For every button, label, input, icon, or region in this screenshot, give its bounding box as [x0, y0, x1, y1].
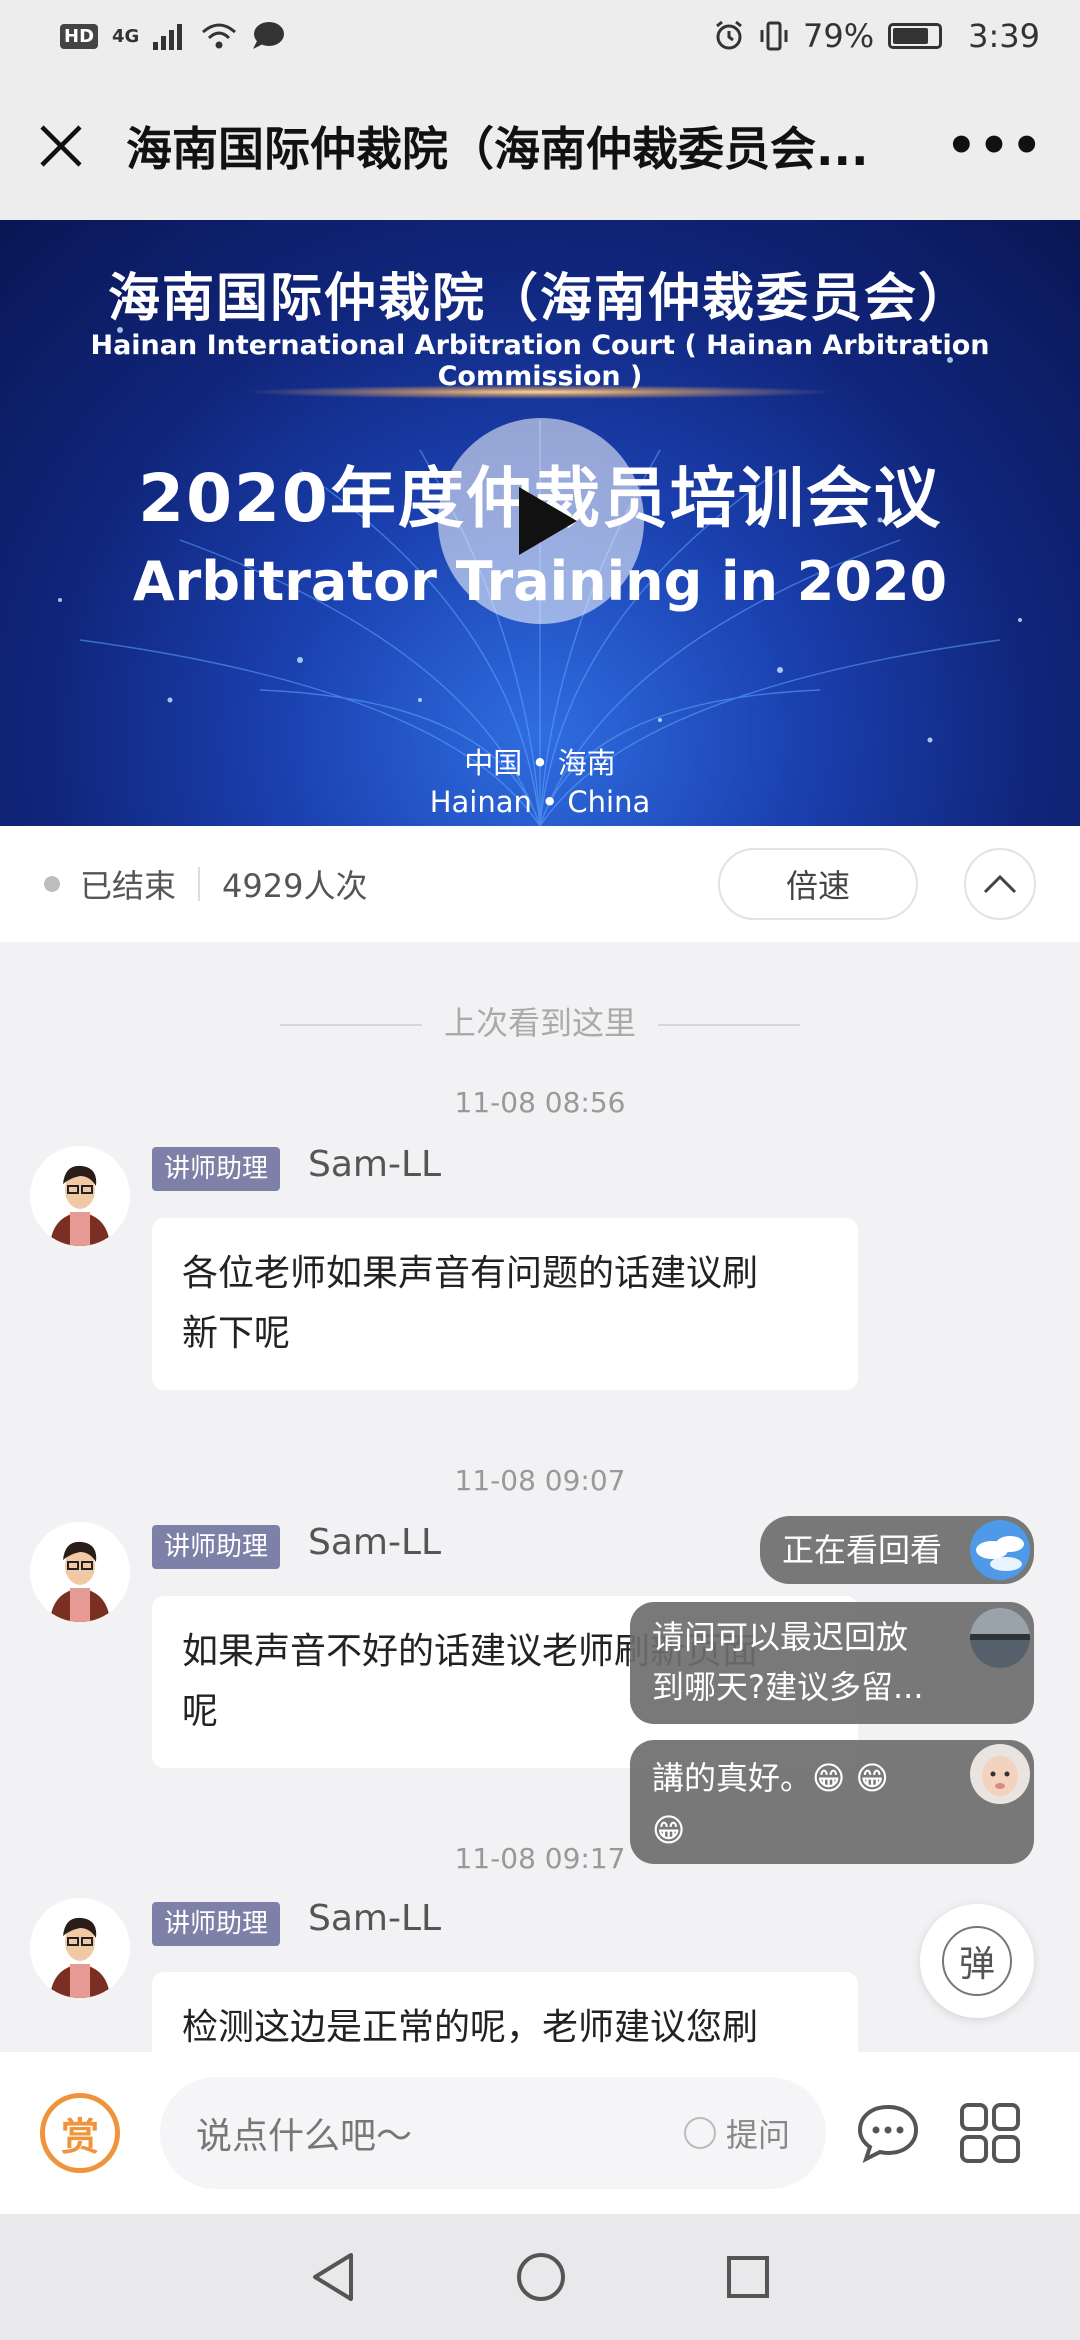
role-badge: 讲师助理	[152, 1902, 281, 1946]
divider	[198, 867, 201, 901]
back-icon[interactable]	[309, 2251, 357, 2303]
ask-question-toggle[interactable]: 提问	[683, 2110, 790, 2156]
danmaku-avatar	[970, 1608, 1030, 1668]
sender-name: Sam-LL	[308, 1144, 442, 1185]
message-bubble: 检测这边是正常的呢，老师建议您刷	[152, 1972, 858, 2052]
danmaku-avatar	[970, 1744, 1030, 1804]
collapse-button[interactable]	[964, 848, 1036, 920]
danmaku-text-line: 講的真好。😁 😁	[652, 1759, 889, 1797]
battery-fill	[893, 28, 929, 44]
danmaku-toggle-button[interactable]: 弹	[920, 1904, 1034, 2018]
play-button[interactable]	[438, 418, 644, 624]
view-count: 4929人次	[222, 867, 368, 905]
live-info-bar: 已结束 4929人次 倍速	[0, 826, 1080, 942]
input-bar: 赏 说点什么吧～ 提问	[0, 2052, 1080, 2214]
avatar-illustration	[30, 1898, 130, 1998]
chat-button[interactable]	[848, 2093, 928, 2173]
apps-grid-button[interactable]	[950, 2093, 1030, 2173]
role-badge: 讲师助理	[152, 1147, 281, 1191]
comment-input-placeholder: 说点什么吧～	[196, 2116, 413, 2157]
wifi-icon	[202, 23, 237, 49]
message-text-line: 各位老师如果声音有问题的话建议刷	[182, 1253, 759, 1294]
message-text-line: 检测这边是正常的呢，老师建议您刷	[182, 2007, 759, 2048]
avatar-illustration	[30, 1146, 130, 1246]
signal-icon	[153, 24, 183, 50]
avatar[interactable]	[30, 1898, 130, 1998]
video-light-flare	[240, 385, 840, 399]
video-title-zh: 海南国际仲裁院（海南仲裁委员会）	[107, 269, 972, 329]
role-badge: 讲师助理	[152, 1525, 281, 1569]
last-seen-divider: 上次看到这里	[0, 998, 1080, 1044]
danmaku-text-line: 请问可以最迟回放	[652, 1618, 909, 1656]
status-bar-right: 79% 3:39	[713, 17, 1040, 55]
more-options-button[interactable]: •••	[946, 118, 1044, 174]
danmaku-item: 講的真好。😁 😁 😁	[630, 1740, 1034, 1864]
message-bubble: 各位老师如果声音有问题的话建议刷 新下呢	[152, 1218, 858, 1390]
last-seen-label: 上次看到这里	[443, 1004, 636, 1042]
reward-button[interactable]: 赏	[40, 2093, 120, 2173]
title-bar: 海南国际仲裁院（海南仲裁委员会... •••	[0, 72, 1080, 220]
danmaku-text: 正在看回看	[782, 1531, 943, 1569]
message-text-line: 新下呢	[182, 1313, 291, 1354]
chat-bubble-icon	[253, 22, 285, 49]
video-location-en: Hainan • China	[429, 785, 651, 819]
danmaku-toggle-label: 弹	[942, 1926, 1012, 1996]
status-bar: HD 4G 79% 3:39	[0, 0, 1080, 72]
ask-question-label: 提问	[725, 2116, 790, 2154]
comment-input[interactable]: 说点什么吧～ 提问	[160, 2077, 826, 2189]
danmaku-item: 正在看回看	[760, 1516, 1034, 1584]
radio-icon	[683, 2117, 716, 2149]
close-button[interactable]	[36, 121, 86, 171]
danmaku-text-line: 😁	[652, 1811, 686, 1849]
close-icon	[40, 125, 82, 167]
vibrate-icon	[760, 21, 788, 51]
sender-name: Sam-LL	[308, 1898, 442, 1939]
battery-percent: 79%	[803, 17, 875, 55]
alarm-icon	[716, 20, 742, 50]
network-type-label: 4G	[112, 25, 140, 47]
system-navigation-bar	[0, 2214, 1080, 2340]
message-timestamp: 11-08 09:07	[454, 1464, 626, 1497]
video-title-en: Hainan International Arbitration Court (…	[90, 330, 990, 392]
lake-avatar-image	[970, 1608, 1030, 1668]
danmaku-item: 请问可以最迟回放 到哪天?建议多留...	[630, 1602, 1034, 1724]
play-icon	[519, 487, 577, 555]
page-title: 海南国际仲裁院（海南仲裁委员会...	[126, 122, 869, 176]
battery-icon	[888, 23, 943, 49]
avatar-illustration	[30, 1522, 130, 1622]
danmaku-text-line: 到哪天?建议多留...	[652, 1668, 924, 1706]
hd-icon: HD	[60, 23, 99, 49]
danmaku-avatar	[970, 1520, 1030, 1580]
status-bar-left: HD 4G	[60, 21, 285, 51]
grid-icon	[960, 2103, 1020, 2163]
message-timestamp: 11-08 08:56	[454, 1086, 626, 1119]
sky-avatar-image	[970, 1520, 1030, 1580]
chat-icon	[857, 2104, 919, 2163]
divider-line-right	[658, 1024, 800, 1026]
baby-avatar-image	[970, 1744, 1030, 1804]
chevron-up-icon	[983, 874, 1017, 894]
divider-line-left	[279, 1024, 422, 1026]
avatar[interactable]	[30, 1146, 130, 1246]
playback-speed-button[interactable]: 倍速	[718, 848, 918, 920]
status-dot-icon	[44, 876, 60, 892]
sender-name: Sam-LL	[308, 1522, 442, 1563]
live-status: 已结束	[80, 867, 177, 905]
home-icon[interactable]	[515, 2251, 567, 2303]
recent-apps-icon[interactable]	[725, 2254, 771, 2300]
avatar[interactable]	[30, 1522, 130, 1622]
clock: 3:39	[968, 17, 1040, 55]
video-location-zh: 中国 • 海南	[464, 746, 616, 780]
